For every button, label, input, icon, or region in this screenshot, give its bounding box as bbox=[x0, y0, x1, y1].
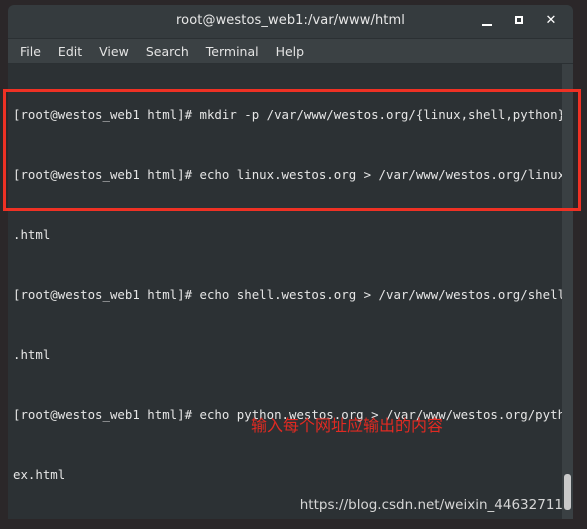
terminal-line: [root@westos_web1 html]# mkdir -p /var/w… bbox=[13, 107, 566, 122]
menu-item-view[interactable]: View bbox=[99, 44, 129, 59]
watermark: https://blog.csdn.net/weixin_44632711 bbox=[299, 497, 563, 513]
close-button[interactable]: ✕ bbox=[543, 13, 559, 29]
scrollbar-thumb[interactable] bbox=[564, 474, 571, 510]
scrollbar[interactable] bbox=[562, 64, 573, 519]
menu-item-edit[interactable]: Edit bbox=[58, 44, 82, 59]
annotation-note: 输入每个网址应输出的内容 bbox=[251, 416, 444, 435]
terminal-line: ex.html bbox=[13, 467, 66, 482]
minimize-button[interactable] bbox=[479, 13, 495, 29]
maximize-icon bbox=[515, 16, 523, 24]
menu-item-terminal[interactable]: Terminal bbox=[206, 44, 259, 59]
title-bar[interactable]: root@westos_web1:/var/www/html ✕ bbox=[8, 5, 573, 39]
terminal-line: [root@westos_web1 html]# echo linux.west… bbox=[13, 167, 573, 182]
terminal-lines: [root@westos_web1 html]# mkdir -p /var/w… bbox=[13, 65, 573, 519]
terminal-line: [root@westos_web1 html]# echo shell.west… bbox=[13, 287, 573, 302]
maximize-button[interactable] bbox=[511, 13, 527, 29]
minimize-icon bbox=[482, 24, 492, 26]
menu-bar: File Edit View Search Terminal Help bbox=[8, 39, 573, 64]
terminal-line: .html bbox=[13, 227, 51, 242]
terminal-window: root@westos_web1:/var/www/html ✕ File Ed… bbox=[8, 5, 573, 519]
menu-item-help[interactable]: Help bbox=[276, 44, 305, 59]
menu-item-search[interactable]: Search bbox=[146, 44, 189, 59]
menu-item-file[interactable]: File bbox=[20, 44, 41, 59]
terminal-line: .html bbox=[13, 347, 51, 362]
terminal-output-area[interactable]: [root@westos_web1 html]# mkdir -p /var/w… bbox=[8, 64, 573, 519]
